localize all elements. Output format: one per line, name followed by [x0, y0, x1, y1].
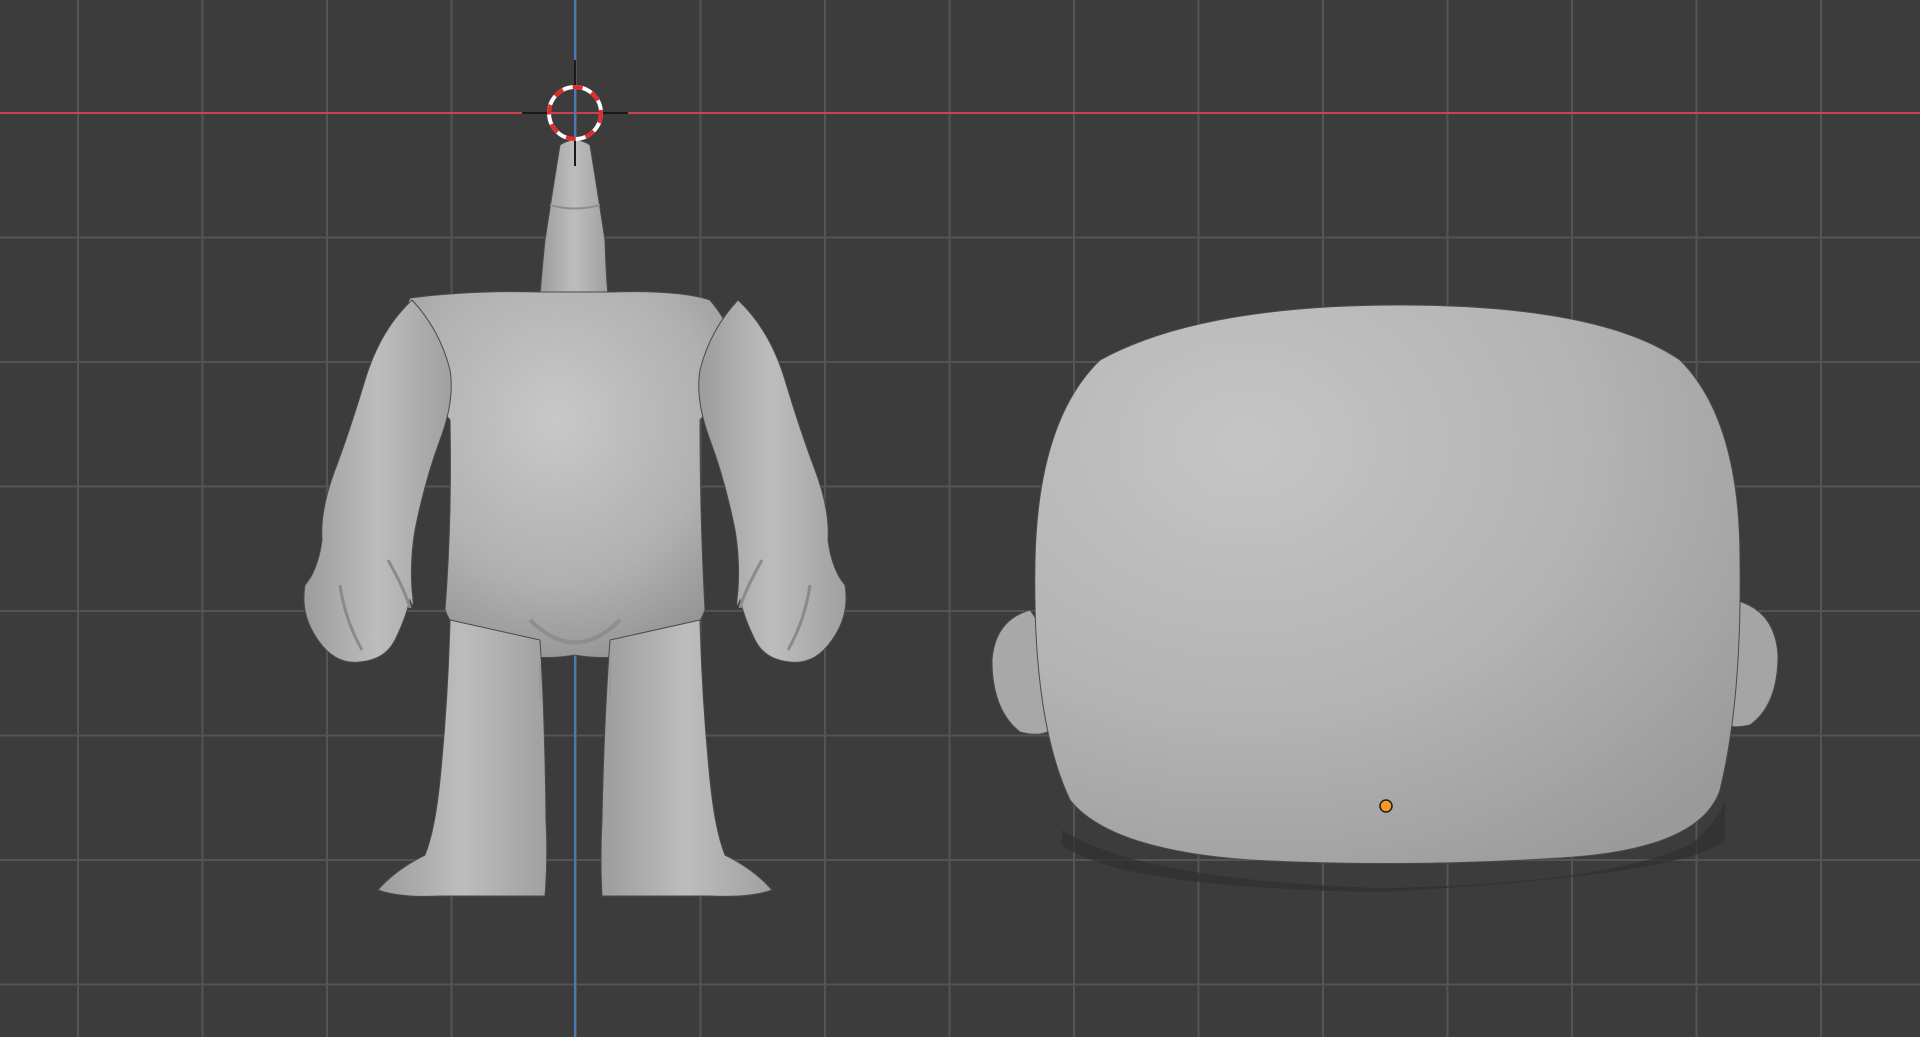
viewport-canvas[interactable]	[0, 0, 1920, 1037]
object-origin-icon[interactable]	[1379, 799, 1393, 813]
3d-viewport[interactable]	[0, 0, 1920, 1037]
head-mesh[interactable]	[991, 304, 1779, 892]
